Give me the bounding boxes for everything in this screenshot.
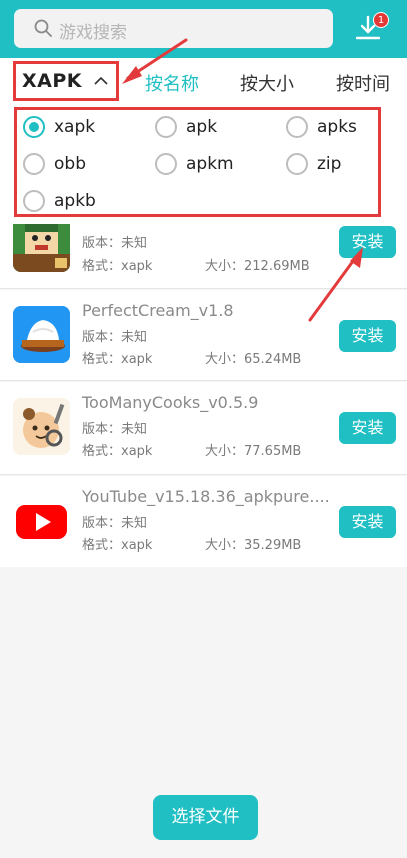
filter-option-xapk[interactable]: xapk [23,116,95,138]
install-button[interactable]: 安装 [339,412,396,444]
size-label: 大小：65.24MB [205,352,302,367]
radio-icon [155,153,177,175]
filter-option-obb[interactable]: obb [23,153,86,175]
install-button[interactable]: 安装 [339,506,396,538]
perfectcream-app-icon [13,306,70,363]
radio-icon [286,153,308,175]
size-label: 大小：77.65MB [205,444,302,459]
format-label: 格式：xapk [82,538,153,553]
filter-option-zip[interactable]: zip [286,153,341,175]
chevron-up-icon [94,77,108,85]
list-item: YouTube_v15.18.36_apkpure.... 版本：未知 格式：x… [0,476,407,567]
filter-option-apkm[interactable]: apkm [155,153,234,175]
version-label: 版本：未知 [82,330,148,345]
install-button[interactable]: 安装 [339,320,396,352]
radio-icon [155,116,177,138]
radio-icon [23,153,45,175]
format-label: 格式：xapk [82,444,153,459]
version-label: 版本：未知 [82,516,148,531]
filter-option-apks[interactable]: apks [286,116,357,138]
choose-file-button[interactable]: 选择文件 [153,795,258,840]
search-placeholder: 游戏搜索 [59,23,127,43]
version-label: 版本：未知 [82,422,148,437]
search-input[interactable]: 游戏搜索 [14,9,333,48]
top-bar: 游戏搜索 1 [0,0,407,58]
list-item: PerfectCream_v1.8 版本：未知 格式：xapk 大小：65.24… [0,290,407,381]
list-item: 版本：未知 格式：xapk 大小：212.69MB 安装 [0,220,407,289]
filter-option-apk[interactable]: apk [155,116,217,138]
tab-sort-by-time[interactable]: 按时间 [336,70,390,96]
radio-checked-icon [23,116,45,138]
filter-option-apkb[interactable]: apkb [23,190,96,212]
app-name: PerfectCream_v1.8 [82,301,234,320]
game-app-icon [13,224,70,272]
file-type-label: XAPK [22,70,83,92]
download-count-badge: 1 [373,12,389,28]
list-item: TooManyCooks_v0.5.9 版本：未知 格式：xapk 大小：77.… [0,382,407,475]
sort-bar: XAPK 按名称 按大小 按时间 [0,58,407,104]
tab-sort-by-name[interactable]: 按名称 [145,70,199,96]
size-label: 大小：212.69MB [205,259,310,274]
size-label: 大小：35.29MB [205,538,302,553]
app-name: TooManyCooks_v0.5.9 [82,393,259,412]
search-icon [34,19,52,37]
radio-icon [286,116,308,138]
youtube-app-icon [13,492,70,549]
format-label: 格式：xapk [82,259,153,274]
app-name: YouTube_v15.18.36_apkpure.... [82,487,330,506]
version-label: 版本：未知 [82,236,148,251]
install-button[interactable]: 安装 [339,226,396,258]
format-label: 格式：xapk [82,352,153,367]
file-type-filter-panel: xapk apk apks obb apkm zip apkb [0,104,407,220]
tab-sort-by-size[interactable]: 按大小 [240,70,294,96]
radio-icon [23,190,45,212]
toomanycooks-app-icon [13,398,70,455]
file-type-dropdown[interactable]: XAPK [13,61,119,101]
